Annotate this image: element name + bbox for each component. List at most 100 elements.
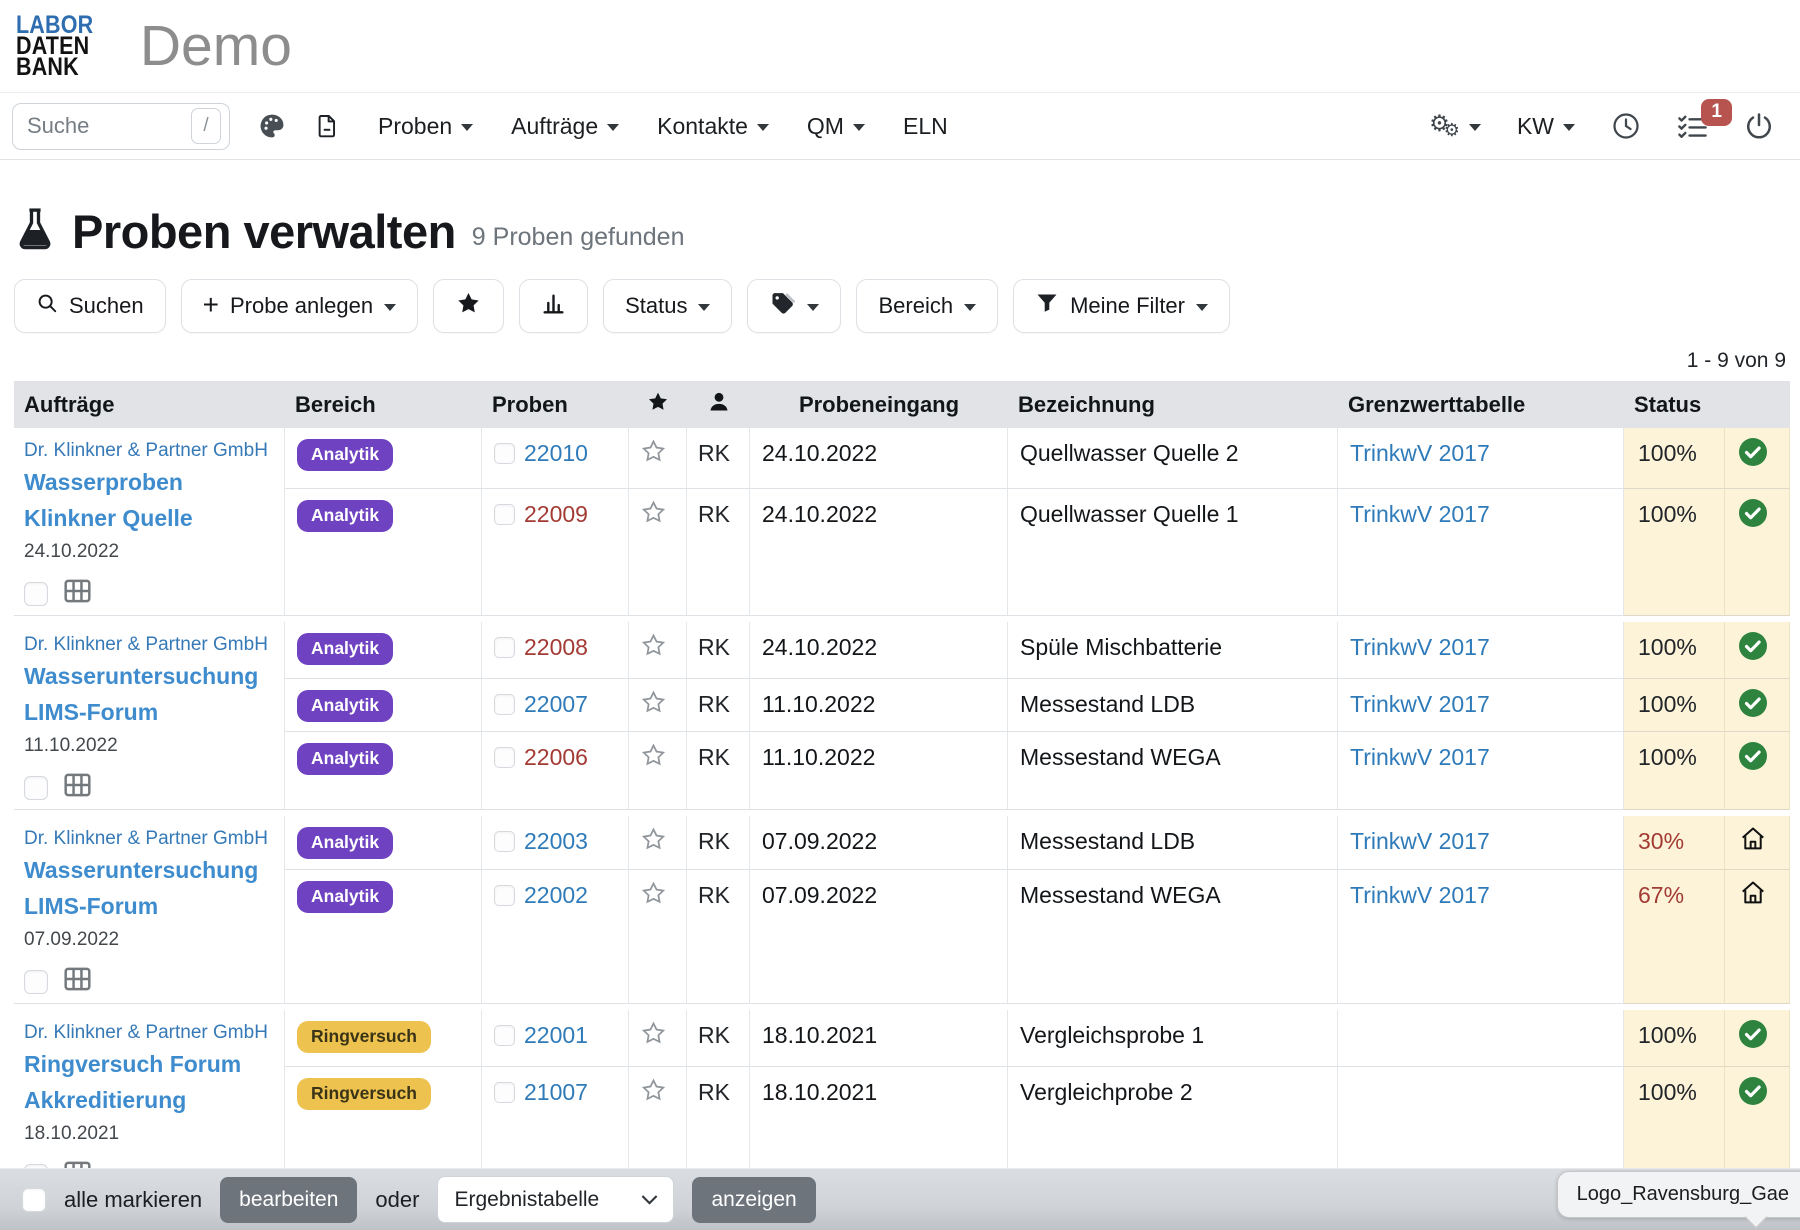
sample-link[interactable]: 22007 xyxy=(524,691,588,718)
row-checkbox[interactable] xyxy=(494,1025,515,1046)
sample-link[interactable]: 22009 xyxy=(524,501,588,528)
create-sample-button[interactable]: + Probe anlegen xyxy=(181,279,418,333)
order-subtitle-link[interactable]: LIMS-Forum xyxy=(24,699,158,725)
grid-table-icon[interactable] xyxy=(64,579,91,609)
menu-proben[interactable]: Proben xyxy=(378,113,473,140)
sample-link[interactable]: 22010 xyxy=(524,440,588,467)
row-checkbox[interactable] xyxy=(494,637,515,658)
limit-table-link[interactable]: TrinkwV 2017 xyxy=(1350,828,1490,854)
tags-filter-button[interactable] xyxy=(747,279,841,333)
navbar-right: ⚙⚙ KW 1 xyxy=(1429,111,1774,141)
favorite-star-icon[interactable] xyxy=(640,1083,667,1108)
favorite-star-icon[interactable] xyxy=(640,695,667,720)
menu-auftraege[interactable]: Aufträge xyxy=(511,113,619,140)
client-link[interactable]: Dr. Klinkner & Partner GmbH xyxy=(24,440,268,461)
client-link[interactable]: Dr. Klinkner & Partner GmbH xyxy=(24,634,268,655)
order-title-link[interactable]: Wasseruntersuchung xyxy=(24,663,258,689)
sample-link[interactable]: 22001 xyxy=(524,1022,588,1049)
search-button[interactable]: Suchen xyxy=(14,279,166,333)
menu-kontakte[interactable]: Kontakte xyxy=(657,113,769,140)
edit-button[interactable]: bearbeiten xyxy=(220,1177,357,1223)
chevron-down-icon xyxy=(964,304,976,311)
row-checkbox[interactable] xyxy=(494,747,515,768)
status-check-icon xyxy=(1725,489,1790,616)
limit-table-link[interactable]: TrinkwV 2017 xyxy=(1350,691,1490,717)
favorite-star-icon[interactable] xyxy=(640,505,667,530)
samples-table: Aufträge Bereich Proben Probeneingang Be… xyxy=(14,381,1790,1198)
order-date: 18.10.2021 xyxy=(24,1123,274,1145)
clock-icon[interactable] xyxy=(1611,111,1641,141)
search-input[interactable] xyxy=(27,113,183,139)
menu-eln[interactable]: ELN xyxy=(903,113,948,140)
favorite-star-icon[interactable] xyxy=(640,638,667,663)
row-checkbox[interactable] xyxy=(494,1082,515,1103)
grid-table-icon[interactable] xyxy=(64,773,91,803)
result-table-select[interactable]: Ergebnistabelle xyxy=(437,1176,674,1223)
row-checkbox[interactable] xyxy=(494,831,515,852)
tasks-icon[interactable]: 1 xyxy=(1677,112,1708,141)
order-checkbox[interactable] xyxy=(24,582,48,606)
order-date: 07.09.2022 xyxy=(24,929,274,951)
favorite-star-icon[interactable] xyxy=(640,748,667,773)
labordatenbank-logo[interactable]: LABOR DATEN BANK xyxy=(16,15,93,78)
client-link[interactable]: Dr. Klinkner & Partner GmbH xyxy=(24,1022,268,1043)
menu-qm[interactable]: QM xyxy=(807,113,865,140)
grid-table-icon[interactable] xyxy=(64,967,91,997)
row-checkbox[interactable] xyxy=(494,885,515,906)
my-filters-button[interactable]: Meine Filter xyxy=(1013,279,1230,333)
order-title-link[interactable]: Ringversuch Forum xyxy=(24,1051,241,1077)
order-subtitle-link[interactable]: Akkreditierung xyxy=(24,1087,186,1113)
global-search[interactable]: / xyxy=(12,103,230,150)
sample-link[interactable]: 22008 xyxy=(524,634,588,661)
order-title-link[interactable]: Wasseruntersuchung xyxy=(24,857,258,883)
limit-table-link[interactable]: TrinkwV 2017 xyxy=(1350,744,1490,770)
settings-menu[interactable]: ⚙⚙ xyxy=(1429,113,1481,140)
power-icon[interactable] xyxy=(1744,111,1774,141)
sample-link[interactable]: 22002 xyxy=(524,882,588,909)
favorite-star-icon[interactable] xyxy=(640,832,667,857)
sample-link[interactable]: 22003 xyxy=(524,828,588,855)
bar-chart-button[interactable] xyxy=(519,279,588,333)
row-checkbox[interactable] xyxy=(494,694,515,715)
document-icon[interactable] xyxy=(314,112,340,140)
palette-icon[interactable] xyxy=(258,112,286,140)
order-checkbox[interactable] xyxy=(24,776,48,800)
client-link[interactable]: Dr. Klinkner & Partner GmbH xyxy=(24,828,268,849)
sample-link[interactable]: 21007 xyxy=(524,1079,588,1106)
order-subtitle-link[interactable]: LIMS-Forum xyxy=(24,893,158,919)
show-button[interactable]: anzeigen xyxy=(692,1177,815,1223)
col-header-favorite xyxy=(629,381,687,428)
select-all-label: alle markieren xyxy=(64,1187,202,1213)
order-subtitle-link[interactable]: Klinkner Quelle xyxy=(24,505,193,531)
sample-description: Quellwasser Quelle 2 xyxy=(1008,428,1338,489)
progress-percent: 100% xyxy=(1624,1010,1725,1067)
favorites-button[interactable] xyxy=(433,279,504,333)
col-header-probeneingang: Probeneingang xyxy=(750,381,1008,428)
progress-percent: 100% xyxy=(1624,489,1725,616)
assignee: RK xyxy=(687,732,750,810)
favorite-star-icon[interactable] xyxy=(640,444,667,469)
user-menu[interactable]: KW xyxy=(1517,113,1575,140)
chevron-down-icon xyxy=(757,124,769,131)
sample-link[interactable]: 22006 xyxy=(524,744,588,771)
pagination-range: 1 - 9 von 9 xyxy=(14,349,1786,373)
limit-table-link[interactable]: TrinkwV 2017 xyxy=(1350,634,1490,660)
assignee: RK xyxy=(687,622,750,679)
limit-table-link[interactable]: TrinkwV 2017 xyxy=(1350,440,1490,466)
row-checkbox[interactable] xyxy=(494,443,515,464)
bereich-badge: Analytik xyxy=(297,881,393,913)
select-all-checkbox[interactable] xyxy=(22,1188,46,1212)
bereich-filter-button[interactable]: Bereich xyxy=(856,279,998,333)
status-filter-button[interactable]: Status xyxy=(603,279,732,333)
order-cell: Dr. Klinkner & Partner GmbH Wasserunters… xyxy=(14,622,285,810)
sample-row: Dr. Klinkner & Partner GmbH Ringversuch … xyxy=(14,1010,1790,1067)
limit-table-link[interactable]: TrinkwV 2017 xyxy=(1350,501,1490,527)
assignee: RK xyxy=(687,816,750,870)
sample-description: Quellwasser Quelle 1 xyxy=(1008,489,1338,616)
order-checkbox[interactable] xyxy=(24,970,48,994)
favorite-star-icon[interactable] xyxy=(640,886,667,911)
limit-table-link[interactable]: TrinkwV 2017 xyxy=(1350,882,1490,908)
order-title-link[interactable]: Wasserproben xyxy=(24,469,183,495)
favorite-star-icon[interactable] xyxy=(640,1026,667,1051)
row-checkbox[interactable] xyxy=(494,504,515,525)
